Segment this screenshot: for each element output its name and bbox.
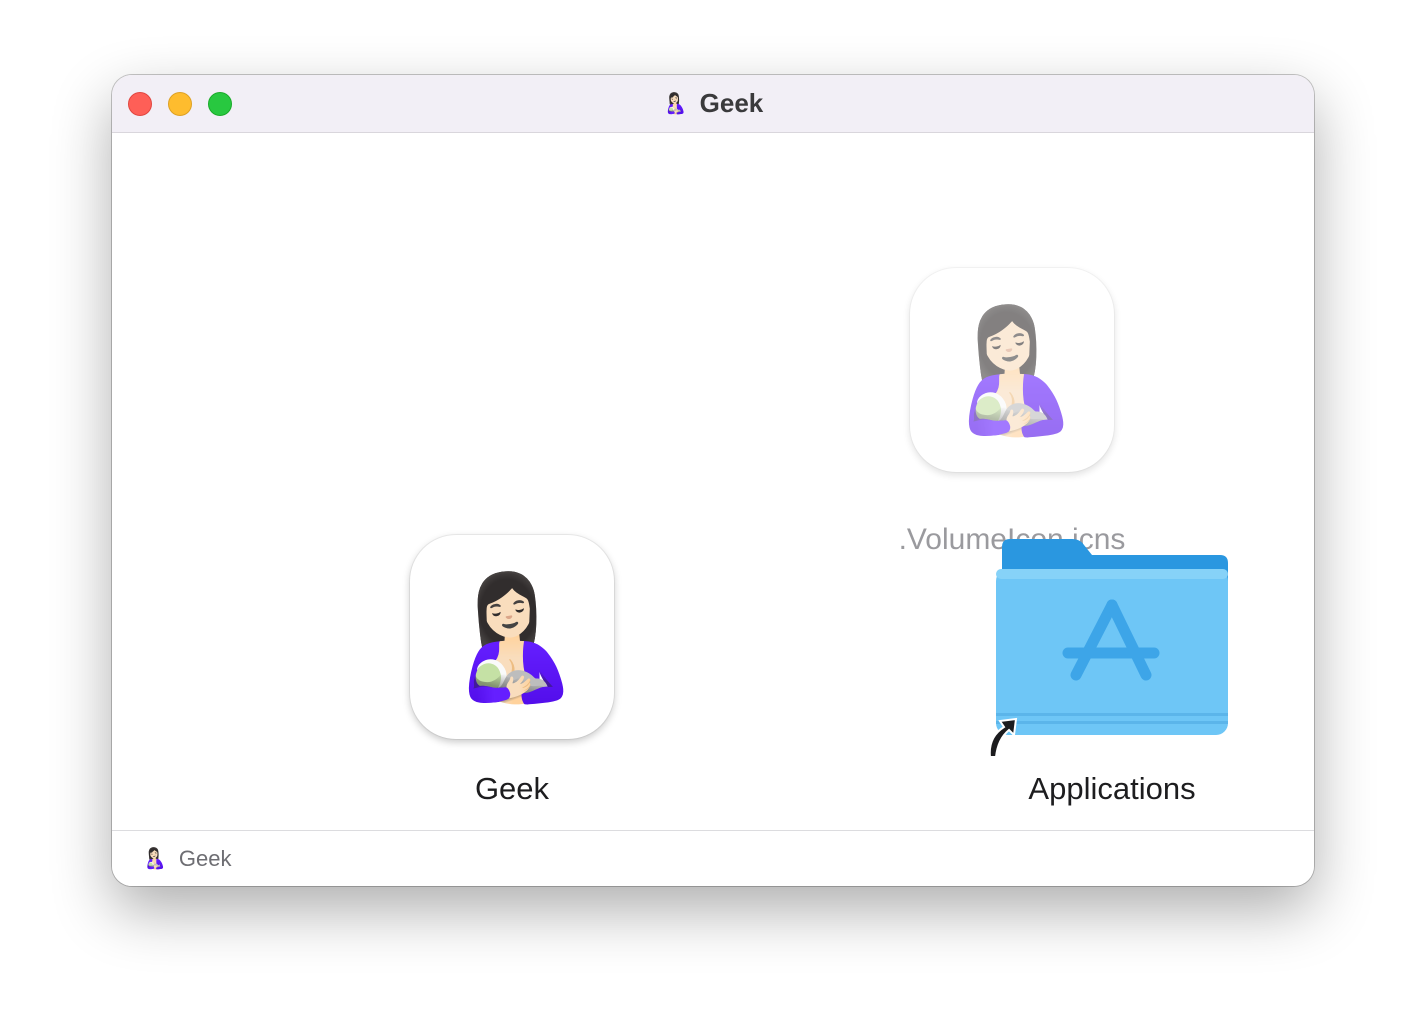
window-title-text: Geek <box>699 88 764 118</box>
finder-window: 🤱🏻 Geek 🤱🏻 .VolumeIcon.icns 🤱🏻 Geek <box>112 75 1314 886</box>
volume-emoji-icon: 🤱🏻 <box>662 92 688 115</box>
geek-app-label: Geek <box>474 771 550 806</box>
path-bar-label[interactable]: Geek <box>179 846 232 872</box>
volume-emoji-icon: 🤱🏻 <box>142 847 167 870</box>
path-bar: 🤱🏻 Geek <box>112 830 1314 886</box>
applications-folder-icon[interactable] <box>992 535 1232 745</box>
title-bar[interactable]: 🤱🏻 Geek <box>112 75 1314 133</box>
alias-arrow-icon <box>988 717 1018 758</box>
finder-content: 🤱🏻 .VolumeIcon.icns 🤱🏻 Geek Applications <box>112 133 1314 830</box>
geek-app-icon[interactable]: 🤱🏻 <box>410 535 614 739</box>
breastfeeding-emoji-icon: 🤱🏻 <box>437 570 587 704</box>
breastfeeding-emoji-icon: 🤱🏻 <box>937 303 1087 437</box>
applications-label: Applications <box>1028 771 1196 806</box>
volume-icon-file[interactable]: 🤱🏻 <box>910 268 1114 472</box>
window-title: 🤱🏻 Geek <box>112 75 1314 132</box>
